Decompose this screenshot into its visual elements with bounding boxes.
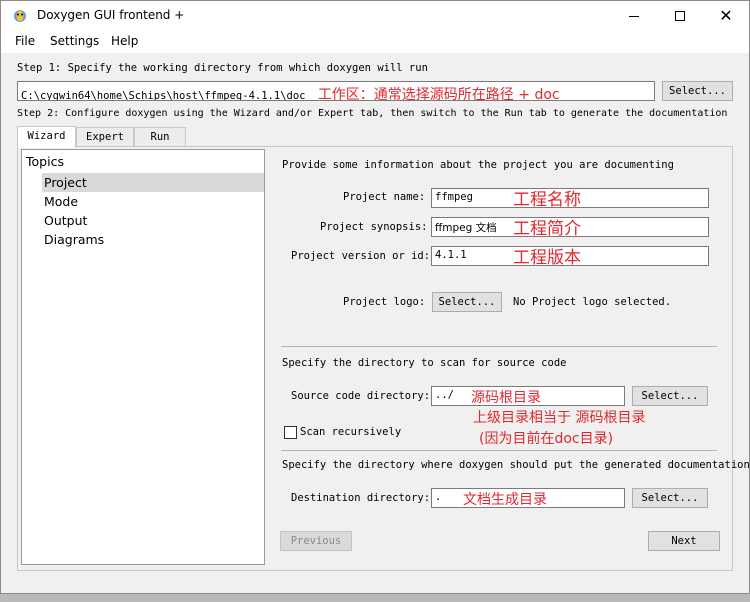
window-title: Doxygen GUI frontend + <box>37 8 185 22</box>
source-dir-label: Source code directory: <box>291 390 431 402</box>
source-dir-value: ../ <box>435 389 454 401</box>
project-name-label: Project name: <box>343 191 426 203</box>
maximize-icon <box>675 11 685 21</box>
project-logo-select-button[interactable]: Select... <box>432 292 502 312</box>
menu-settings[interactable]: Settings <box>50 34 99 48</box>
destination-dir-value: . <box>435 491 442 503</box>
topics-tree: Topics Project Mode Output Diagrams <box>21 149 265 565</box>
minimize-icon <box>629 15 639 17</box>
project-synopsis-label: Project synopsis: <box>320 221 428 233</box>
close-button[interactable]: ✕ <box>703 1 749 31</box>
next-button[interactable]: Next <box>648 531 720 551</box>
working-directory-value: C:\cygwin64\home\Schips\host\ffmpeg-4.1.… <box>21 90 306 101</box>
topic-mode[interactable]: Mode <box>42 192 264 211</box>
source-intro: Specify the directory to scan for source… <box>282 357 567 369</box>
doxygen-app-icon <box>14 10 26 22</box>
doxygen-window: Doxygen GUI frontend + ✕ File Settings H… <box>0 0 750 594</box>
working-directory-select-button[interactable]: Select... <box>662 81 733 101</box>
step1-label: Step 1: Specify the working directory fr… <box>17 62 428 74</box>
title-bar[interactable]: Doxygen GUI frontend + ✕ <box>1 1 749 31</box>
project-synopsis-annotation: 工程简介 <box>513 219 581 239</box>
topics-title: Topics <box>26 154 64 169</box>
working-directory-input[interactable]: C:\cygwin64\home\Schips\host\ffmpeg-4.1.… <box>17 81 655 101</box>
project-intro: Provide some information about the proje… <box>282 159 674 171</box>
source-dir-annotation: 源码根目录 <box>471 390 541 406</box>
separator <box>281 450 717 451</box>
destination-dir-label: Destination directory: <box>291 492 431 504</box>
maximize-button[interactable] <box>657 1 703 31</box>
scan-recursively-checkbox[interactable] <box>284 426 297 439</box>
tab-wizard[interactable]: Wizard <box>17 126 76 148</box>
menu-help[interactable]: Help <box>111 34 138 48</box>
project-version-label: Project version or id: <box>291 250 431 262</box>
topic-project[interactable]: Project <box>42 173 264 192</box>
destination-dir-select-button[interactable]: Select... <box>632 488 708 508</box>
tab-run[interactable]: Run <box>134 127 186 147</box>
topic-output[interactable]: Output <box>42 211 264 230</box>
menu-bar: File Settings Help <box>1 31 749 53</box>
previous-button[interactable]: Previous <box>280 531 352 551</box>
destination-dir-annotation: 文档生成目录 <box>463 492 547 508</box>
close-icon: ✕ <box>719 6 733 25</box>
working-directory-annotation: 工作区：通常选择源码所在路径 + doc <box>317 87 560 101</box>
project-version-annotation: 工程版本 <box>513 248 581 268</box>
source-note-line1: 上级目录相当于 源码根目录 <box>473 410 646 426</box>
project-logo-status: No Project logo selected. <box>513 296 672 308</box>
source-dir-select-button[interactable]: Select... <box>632 386 708 406</box>
destination-intro: Specify the directory where doxygen shou… <box>282 459 750 471</box>
project-logo-label: Project logo: <box>343 296 426 308</box>
minimize-button[interactable] <box>611 1 657 31</box>
project-name-annotation: 工程名称 <box>513 190 581 210</box>
scan-recursively-label: Scan recursively <box>300 426 402 438</box>
tab-expert[interactable]: Expert <box>76 127 134 147</box>
separator <box>281 346 717 347</box>
source-note-line2: (因为目前在doc目录) <box>479 431 614 447</box>
step2-label: Step 2: Configure doxygen using the Wiza… <box>17 108 728 119</box>
menu-file[interactable]: File <box>15 34 35 48</box>
topic-diagrams[interactable]: Diagrams <box>42 230 264 249</box>
